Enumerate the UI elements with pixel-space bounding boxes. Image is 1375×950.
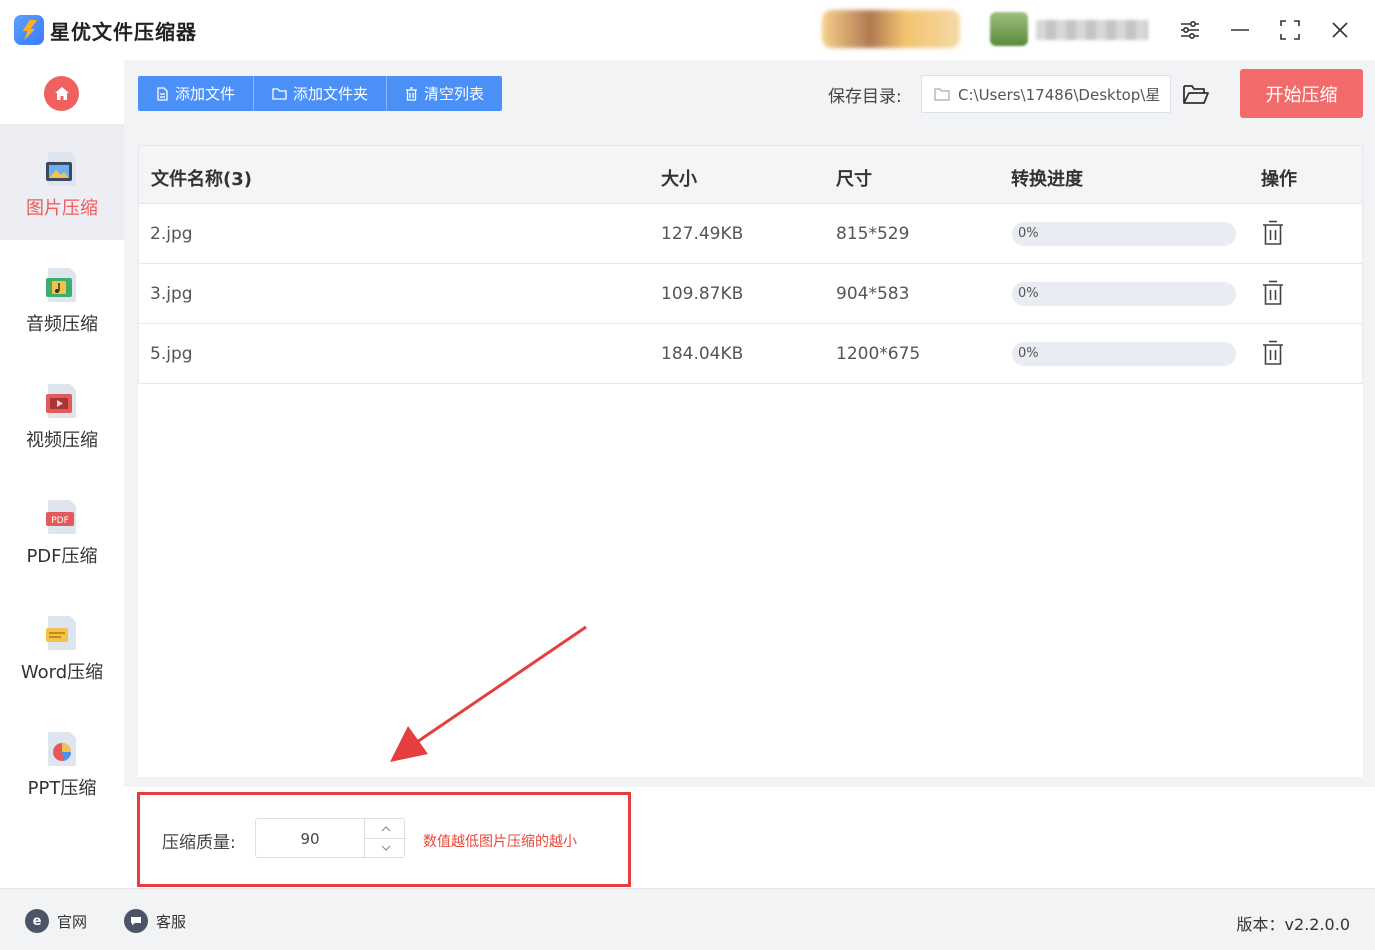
sidebar-item-label: 音频压缩 <box>26 314 98 335</box>
title-bar: 星优文件压缩器 <box>0 0 1375 60</box>
sidebar-item-pdf[interactable]: PDF PDF压缩 <box>0 472 124 588</box>
quality-value[interactable]: 90 <box>256 830 364 848</box>
folder-small-icon <box>934 88 950 101</box>
file-name: 5.jpg <box>150 344 193 364</box>
music-icon <box>46 268 76 302</box>
trash-icon <box>406 86 418 101</box>
support-label: 客服 <box>156 912 187 931</box>
file-table: 文件名称(3) 大小 尺寸 转换进度 操作 2.jpg 127.49KB 815… <box>138 145 1363 777</box>
progress-bar: 0% <box>1012 222 1236 246</box>
add-folder-button[interactable]: 添加文件夹 <box>254 76 388 111</box>
delete-icon[interactable] <box>1262 280 1284 306</box>
save-path-value: C:\Users\17486\Desktop\星 <box>958 85 1161 104</box>
start-compress-button[interactable]: 开始压缩 <box>1240 69 1363 118</box>
app-logo <box>14 15 44 45</box>
word-icon <box>46 616 76 650</box>
table-row[interactable]: 2.jpg 127.49KB 815*529 0% <box>138 204 1363 264</box>
quality-stepper[interactable]: 90 <box>255 818 406 858</box>
settings-sliders-icon[interactable] <box>1175 15 1205 45</box>
add-file-label: 添加文件 <box>175 85 236 103</box>
sidebar-item-audio[interactable]: 音频压缩 <box>0 240 124 356</box>
folder-icon <box>272 88 287 100</box>
sidebar-item-word[interactable]: Word压缩 <box>0 588 124 704</box>
user-avatar-blurred[interactable] <box>822 10 960 48</box>
browse-folder-button[interactable] <box>1181 80 1211 108</box>
header-size: 大小 <box>661 169 697 190</box>
delete-icon[interactable] <box>1262 340 1284 366</box>
progress-text: 0% <box>1018 346 1039 361</box>
progress-bar: 0% <box>1012 282 1236 306</box>
chat-bubble-icon <box>124 909 148 933</box>
file-size: 109.87KB <box>661 284 744 304</box>
save-dir-label: 保存目录: <box>828 87 902 107</box>
progress-text: 0% <box>1018 286 1039 301</box>
file-name: 3.jpg <box>150 284 193 304</box>
minimize-icon[interactable] <box>1225 15 1255 45</box>
table-row[interactable]: 3.jpg 109.87KB 904*583 0% <box>138 264 1363 324</box>
file-size: 184.04KB <box>661 344 744 364</box>
file-name: 2.jpg <box>150 224 193 244</box>
header-name: 文件名称(3) <box>151 169 252 190</box>
add-folder-label: 添加文件夹 <box>293 85 369 103</box>
website-label: 官网 <box>57 912 88 931</box>
sidebar-item-label: 视频压缩 <box>26 430 98 451</box>
header-action: 操作 <box>1261 169 1297 190</box>
progress-bar: 0% <box>1012 342 1236 366</box>
open-folder-icon <box>1183 85 1209 104</box>
file-dimensions: 1200*675 <box>836 344 921 364</box>
progress-text: 0% <box>1018 226 1039 241</box>
sidebar-item-label: Word压缩 <box>20 662 104 683</box>
home-button[interactable] <box>44 76 79 111</box>
file-dimensions: 904*583 <box>836 284 910 304</box>
account-name-blurred[interactable] <box>1036 20 1148 40</box>
svg-text:PDF: PDF <box>51 516 69 526</box>
file-button-group: 添加文件 添加文件夹 清空列表 <box>138 76 503 111</box>
table-row[interactable]: 5.jpg 184.04KB 1200*675 0% <box>138 324 1363 384</box>
table-header: 文件名称(3) 大小 尺寸 转换进度 操作 <box>138 145 1363 204</box>
website-link[interactable]: e 官网 <box>25 909 87 933</box>
delete-icon[interactable] <box>1262 220 1284 246</box>
quality-hint: 数值越低图片压缩的越小 <box>423 834 577 850</box>
save-path-input[interactable]: C:\Users\17486\Desktop\星 <box>921 75 1171 113</box>
clear-list-label: 清空列表 <box>424 85 485 103</box>
version-text: 版本：v2.2.0.0 <box>1236 915 1350 934</box>
ppt-icon <box>48 732 76 766</box>
stepper-controls <box>364 819 406 857</box>
app-title: 星优文件压缩器 <box>50 20 197 44</box>
sidebar: 图片压缩 音频压缩 视频压缩 PDF PDF压缩 Word压缩 PPT压缩 <box>0 60 124 888</box>
maximize-icon[interactable] <box>1275 15 1305 45</box>
chevron-up-icon <box>381 825 390 831</box>
website-e-icon: e <box>25 909 49 933</box>
clear-list-button[interactable]: 清空列表 <box>387 76 502 111</box>
image-icon <box>46 152 76 186</box>
sidebar-item-video[interactable]: 视频压缩 <box>0 356 124 472</box>
sidebar-item-label: PDF压缩 <box>26 546 98 567</box>
account-icon-blurred[interactable] <box>990 12 1028 46</box>
chevron-down-icon <box>381 845 390 851</box>
sidebar-item-image[interactable]: 图片压缩 <box>0 124 124 240</box>
decrement-button[interactable] <box>365 838 406 857</box>
sidebar-item-label: PPT压缩 <box>27 778 97 799</box>
file-dimensions: 815*529 <box>836 224 910 244</box>
header-progress: 转换进度 <box>1011 169 1083 190</box>
add-file-button[interactable]: 添加文件 <box>138 76 255 111</box>
home-icon <box>54 87 69 100</box>
quality-label: 压缩质量: <box>162 833 236 853</box>
annotation-arrow <box>390 625 587 762</box>
file-icon <box>157 86 168 101</box>
sidebar-item-ppt[interactable]: PPT压缩 <box>0 704 124 820</box>
file-size: 127.49KB <box>661 224 744 244</box>
video-icon <box>46 384 76 418</box>
header-dimensions: 尺寸 <box>836 169 872 190</box>
support-link[interactable]: 客服 <box>124 909 186 933</box>
increment-button[interactable] <box>365 819 406 838</box>
sidebar-item-label: 图片压缩 <box>26 198 98 219</box>
footer: e 官网 客服 版本：v2.2.0.0 <box>0 888 1375 950</box>
close-icon[interactable] <box>1325 15 1355 45</box>
pdf-icon: PDF <box>46 500 76 534</box>
